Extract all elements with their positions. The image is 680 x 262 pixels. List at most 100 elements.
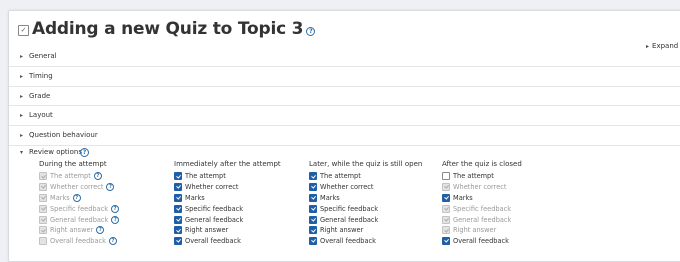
review-option-checkbox (442, 226, 450, 235)
review-option-checkbox[interactable] (309, 215, 317, 224)
review-option: Right answer (174, 225, 281, 236)
review-option-checkbox[interactable] (309, 172, 317, 181)
review-option-label[interactable]: Overall feedback (320, 237, 376, 245)
review-option-label[interactable]: Specific feedback (320, 205, 378, 213)
chevron-right-icon: ▸ (20, 132, 24, 140)
review-option: Specific feedback? (39, 203, 120, 214)
review-option-label[interactable]: Marks (320, 194, 340, 202)
review-option-checkbox (39, 193, 47, 202)
review-option: General feedback (174, 214, 281, 225)
review-option: The attempt (309, 171, 422, 182)
review-option-checkbox (442, 183, 450, 192)
section-general[interactable]: ▸ General (9, 47, 680, 67)
review-option-label[interactable]: The attempt (453, 172, 494, 180)
review-option-label[interactable]: Right answer (185, 226, 228, 234)
review-option-checkbox (442, 204, 450, 213)
review-option-label[interactable]: General feedback (320, 216, 378, 224)
review-option: General feedback (309, 214, 422, 225)
review-option-checkbox[interactable] (174, 193, 182, 202)
review-option-checkbox[interactable] (442, 237, 450, 246)
review-column-later-open: Later, while the quiz is still open The a… (309, 160, 422, 247)
review-option-label[interactable]: Marks (185, 194, 205, 202)
review-option: The attempt (174, 171, 281, 182)
section-timing[interactable]: ▸ Timing (9, 67, 680, 87)
help-icon[interactable]: ? (111, 204, 120, 213)
review-option-checkbox[interactable] (442, 172, 450, 181)
review-option: Overall feedback (442, 236, 522, 247)
review-option-label: Right answer (50, 226, 94, 235)
quiz-settings-panel: ✓ Adding a new Quiz to Topic 3 ? ▸ Expand… (8, 10, 680, 262)
review-option: Right answer (442, 225, 522, 236)
review-option-label: Overall feedback (50, 237, 106, 246)
help-icon[interactable]: ? (72, 193, 81, 202)
review-option-checkbox[interactable] (174, 204, 182, 213)
help-icon[interactable]: ? (306, 26, 316, 36)
review-column-title: Later, while the quiz is still open (309, 160, 423, 168)
review-option-checkbox[interactable] (174, 226, 182, 235)
section-review-options[interactable]: ▾ Review options ? (9, 145, 680, 161)
review-option-checkbox[interactable] (309, 193, 317, 202)
chevron-right-icon: ▸ (20, 53, 24, 60)
section-question-behaviour[interactable]: ▸ Question behaviour (9, 126, 680, 146)
review-option-label[interactable]: Specific feedback (185, 205, 243, 213)
review-option: General feedback (442, 214, 522, 225)
section-label: General (29, 52, 57, 60)
help-icon[interactable]: ? (96, 226, 105, 235)
section-label: Question behaviour (29, 131, 98, 140)
review-option-label: Marks (50, 193, 70, 202)
review-option: Right answer (309, 225, 422, 236)
page-title: Adding a new Quiz to Topic 3 (32, 19, 304, 39)
section-label: Layout (29, 111, 53, 120)
review-option-checkbox[interactable] (309, 237, 317, 246)
review-option-checkbox[interactable] (174, 183, 182, 192)
review-option-label[interactable]: Marks (453, 194, 473, 202)
review-option-checkbox[interactable] (174, 172, 182, 181)
review-column-title: After the quiz is closed (442, 160, 522, 168)
review-option-checkbox (39, 172, 47, 181)
review-option: Marks? (39, 193, 119, 204)
review-option: Overall feedback? (39, 236, 119, 247)
help-icon[interactable]: ? (108, 237, 117, 246)
help-icon[interactable]: ? (93, 172, 102, 181)
help-icon[interactable]: ? (80, 148, 89, 157)
review-option-label[interactable]: Overall feedback (185, 237, 241, 245)
review-option-label[interactable]: Right answer (320, 226, 363, 234)
review-option: Whether correct (174, 182, 281, 193)
review-option-label: Whether correct (50, 183, 104, 192)
section-grade[interactable]: ▸ Grade (9, 87, 680, 107)
review-option-label[interactable]: The attempt (185, 172, 226, 180)
chevron-down-icon: ▾ (20, 149, 24, 156)
review-column-title: Immediately after the attempt (174, 160, 281, 168)
help-icon[interactable]: ? (106, 183, 115, 192)
review-option-label[interactable]: Overall feedback (453, 237, 509, 245)
review-option-label[interactable]: General feedback (185, 216, 243, 224)
review-option-checkbox (442, 215, 450, 224)
help-icon[interactable]: ? (111, 215, 120, 224)
chevron-right-icon: ▸ (20, 92, 24, 100)
review-option-checkbox[interactable] (174, 215, 182, 224)
review-option-checkbox[interactable] (309, 183, 317, 192)
review-option-checkbox (39, 183, 47, 192)
review-option-label[interactable]: The attempt (320, 172, 361, 180)
review-option-label[interactable]: Whether correct (320, 183, 373, 191)
review-option-label: General feedback (50, 215, 109, 224)
review-option-label: General feedback (453, 215, 512, 224)
section-layout[interactable]: ▸ Layout (9, 106, 680, 127)
review-option-checkbox[interactable] (442, 193, 450, 202)
review-column-during: During the attempt The attempt? Whether co… (39, 160, 120, 247)
review-option: Specific feedback (309, 203, 422, 214)
chevron-right-icon: ▸ (20, 72, 24, 80)
review-option: Right answer? (39, 225, 119, 236)
review-option: The attempt (442, 171, 522, 182)
review-option-label: Right answer (453, 226, 497, 235)
review-option-checkbox[interactable] (309, 204, 317, 213)
review-option-checkbox (39, 215, 47, 224)
review-option-checkbox[interactable] (309, 226, 317, 235)
review-option: Specific feedback (174, 203, 281, 214)
review-option-label[interactable]: Whether correct (185, 183, 238, 191)
section-label: Review options (29, 148, 82, 156)
chevron-right-icon: ▸ (20, 112, 24, 120)
review-option-checkbox[interactable] (174, 237, 182, 246)
review-option: Whether correct (442, 182, 522, 193)
quiz-checkbox-icon: ✓ (18, 25, 29, 36)
